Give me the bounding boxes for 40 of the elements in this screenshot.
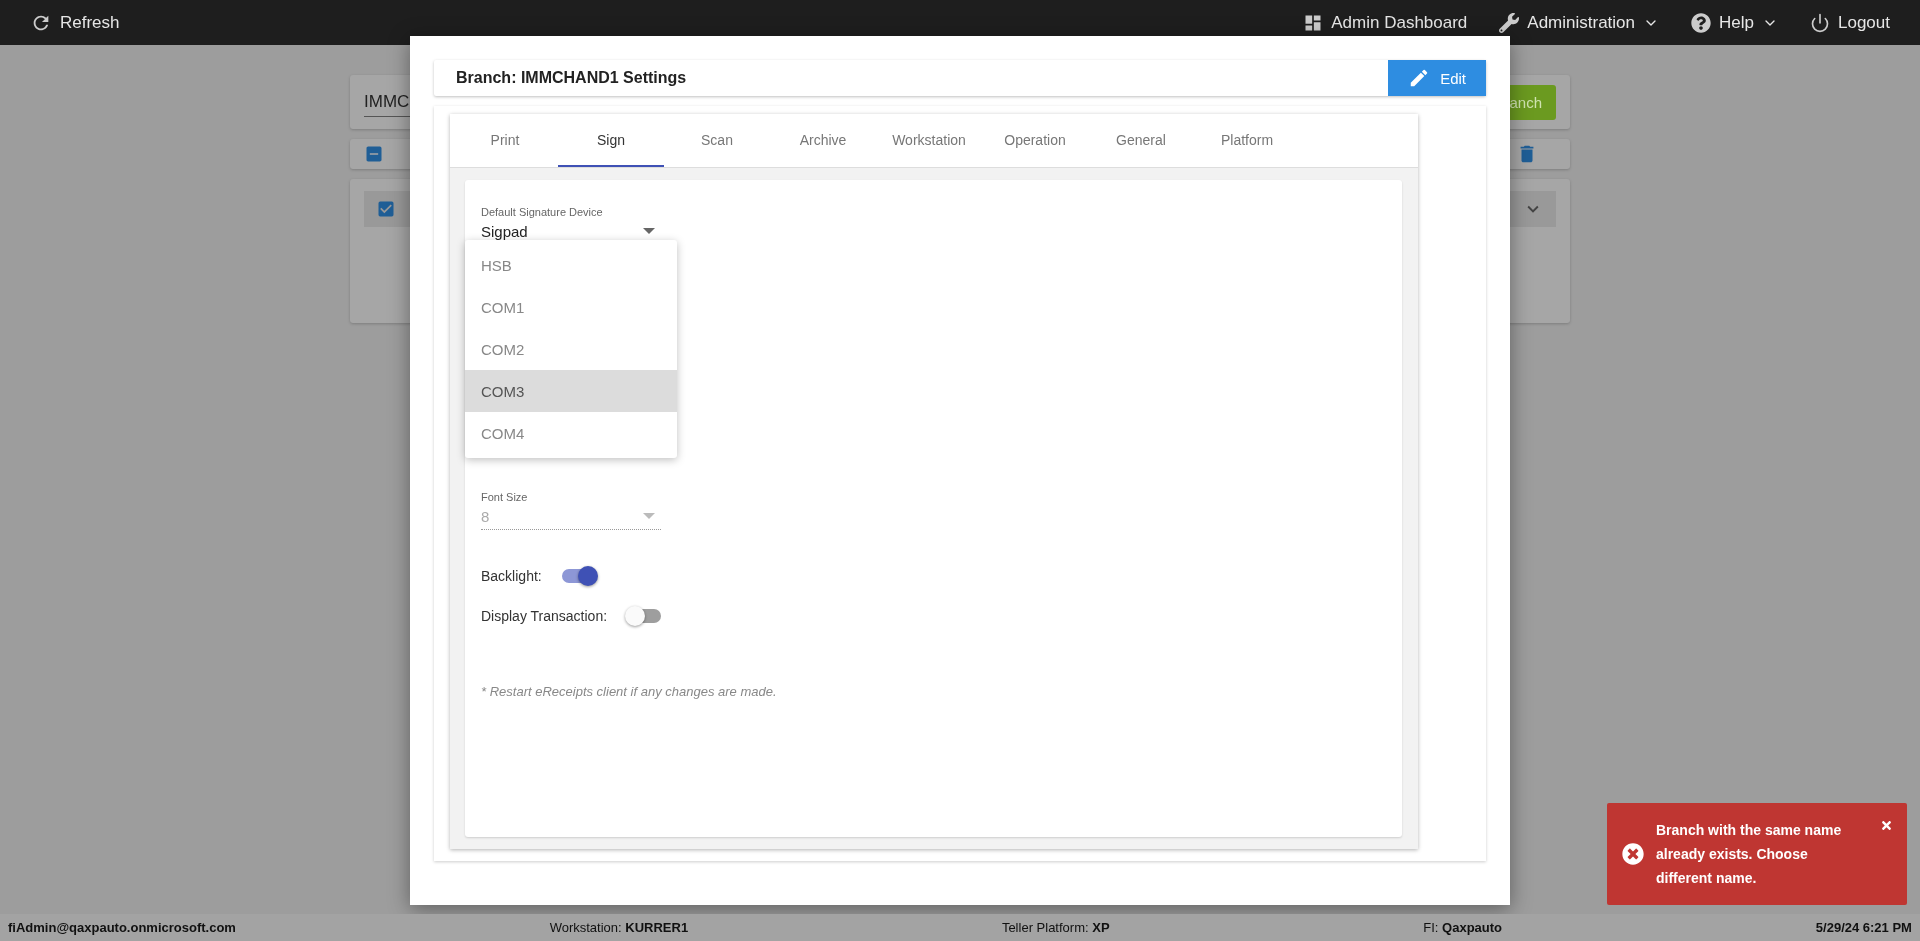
tab[interactable]: Archive bbox=[770, 114, 876, 167]
nav-link[interactable]: Help bbox=[1691, 12, 1778, 33]
error-icon bbox=[1622, 843, 1644, 865]
date-time: 5/29/24 6:21 PM bbox=[1815, 920, 1912, 935]
menu-option[interactable]: COM1 bbox=[465, 286, 677, 328]
teller-platform: Teller Platform: XP bbox=[1001, 920, 1110, 935]
checkbox-minus-icon[interactable] bbox=[364, 144, 384, 164]
tab[interactable]: Scan bbox=[664, 114, 770, 167]
dropdown-arrow-icon bbox=[643, 228, 655, 234]
checkbox-checked-icon[interactable] bbox=[376, 199, 396, 219]
dropdown-arrow-icon bbox=[643, 513, 655, 519]
wrench-icon bbox=[1499, 12, 1520, 33]
field-label: Font Size bbox=[481, 491, 529, 503]
tab[interactable]: Operation bbox=[982, 114, 1088, 167]
menu-option[interactable]: HSB bbox=[465, 244, 677, 286]
restart-note: * Restart eReceipts client if any changes are made. bbox=[481, 684, 778, 699]
nav-link[interactable]: Refresh bbox=[30, 11, 120, 34]
help-icon bbox=[1691, 12, 1712, 33]
field-label: Default Signature Device bbox=[481, 206, 604, 218]
tab[interactable]: Print bbox=[452, 114, 558, 167]
user-email: fiAdmin@qaxpauto.onmicrosoft.com bbox=[8, 920, 236, 935]
menu-option[interactable]: COM4 bbox=[465, 412, 677, 454]
workstation: Workstation: KURRER1 bbox=[549, 920, 689, 935]
dialog-title: Branch: IMMCHAND1 Settings bbox=[455, 69, 688, 87]
menu-option[interactable]: COM3 bbox=[465, 370, 677, 412]
tab[interactable]: Workstation bbox=[876, 114, 982, 167]
fi-name: FI: Qaxpauto bbox=[1423, 920, 1503, 935]
tab[interactable]: Sign bbox=[558, 114, 664, 167]
nav-link[interactable]: Administration bbox=[1499, 12, 1660, 33]
menu-option[interactable]: COM2 bbox=[465, 328, 677, 370]
toggle-label: Backlight: bbox=[481, 568, 542, 584]
edit-button[interactable]: Edit bbox=[1388, 60, 1486, 96]
toast-message: Branch with the same name already exists. Choose different name. bbox=[1656, 821, 1843, 888]
tab[interactable]: Platform bbox=[1194, 114, 1300, 167]
tab[interactable]: General bbox=[1088, 114, 1194, 167]
power-icon bbox=[1810, 12, 1830, 33]
nav-link[interactable]: Admin Dashboard bbox=[1303, 12, 1468, 33]
close-icon[interactable] bbox=[1880, 819, 1893, 832]
toggle-label: Display Transaction: bbox=[481, 608, 608, 624]
nav-link[interactable]: Logout bbox=[1810, 12, 1890, 33]
